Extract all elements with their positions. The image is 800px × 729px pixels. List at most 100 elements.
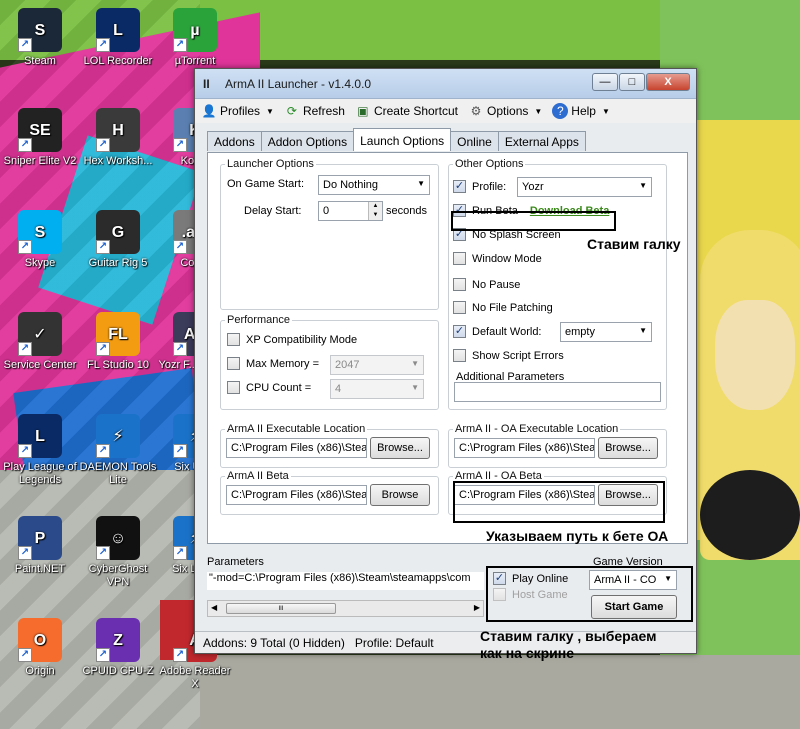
cpu-count-checkbox[interactable] <box>227 381 240 394</box>
no-pause-label: No Pause <box>472 278 521 291</box>
desktop-icon[interactable]: S ↗ Skype <box>0 210 80 270</box>
shortcut-arrow-icon: ↗ <box>173 138 187 152</box>
no-file-patching-checkbox[interactable] <box>453 301 466 314</box>
menu-profiles[interactable]: 👤 Profiles ▼ <box>201 103 274 119</box>
person-icon: 👤 <box>201 104 217 118</box>
window-mode-option[interactable]: Window Mode <box>453 252 542 265</box>
cpu-count-select[interactable]: 4 ▼ <box>330 379 424 399</box>
shortcut-arrow-icon: ↗ <box>18 444 32 458</box>
desktop-icon[interactable]: SE ↗ Sniper Elite V2 <box>0 108 80 168</box>
arma2-beta-input[interactable]: C:\Program Files (x86)\Steam <box>226 485 367 505</box>
desktop-icon[interactable]: ☺ ↗ CyberGhost VPN <box>78 516 158 589</box>
desktop-icon[interactable]: L ↗ Play League of Legends <box>0 414 80 487</box>
window-mode-checkbox[interactable] <box>453 252 466 265</box>
tab-external-apps[interactable]: External Apps <box>497 131 586 151</box>
shortcut-arrow-icon: ↗ <box>173 240 187 254</box>
xp-compat-checkbox[interactable] <box>227 333 240 346</box>
app-icon: G ↗ <box>96 210 140 254</box>
maximize-button[interactable]: □ <box>619 73 645 91</box>
on-game-start-select[interactable]: Do Nothing ▼ <box>318 175 430 195</box>
oa-exe-input[interactable]: C:\Program Files (x86)\Steam <box>454 438 595 458</box>
tab-addon-options[interactable]: Addon Options <box>260 131 355 151</box>
desktop-icon[interactable]: G ↗ Guitar Rig 5 <box>78 210 158 270</box>
desktop-icon[interactable]: FL ↗ FL Studio 10 <box>78 312 158 372</box>
performance-legend: Performance <box>227 314 290 326</box>
desktop-icon[interactable]: O ↗ Origin <box>0 618 80 678</box>
chevron-down-icon: ▼ <box>639 326 647 335</box>
desktop-icon-label: µTorrent <box>174 55 216 67</box>
desktop-icon-label: CyberGhost VPN <box>88 563 148 588</box>
additional-params-input[interactable] <box>454 382 661 402</box>
default-world-value: empty <box>565 326 595 338</box>
desktop-icon[interactable]: Z ↗ CPUID CPU-Z <box>78 618 158 678</box>
desktop-icon[interactable]: L ↗ LOL Recorder <box>78 8 158 68</box>
title-bar[interactable]: II ArmA II Launcher - v1.4.0.0 — □ X <box>195 69 696 99</box>
launcher-options-legend: Launcher Options <box>227 158 314 170</box>
scroll-right-icon[interactable]: ▶ <box>474 603 480 612</box>
tab-online[interactable]: Online <box>450 131 499 151</box>
desktop-icon[interactable]: ✓ ↗ Service Center <box>0 312 80 372</box>
max-memory-option[interactable]: Max Memory = <box>227 357 319 370</box>
desktop-icon-label: Service Center <box>3 359 77 371</box>
help-icon: ? <box>552 103 569 119</box>
tab-launch-options[interactable]: Launch Options <box>353 128 452 151</box>
spinner-icon[interactable]: ▲ ▼ <box>368 202 382 220</box>
app-icon: SE ↗ <box>18 108 62 152</box>
profile-value: Yozr <box>522 181 544 193</box>
shortcut-icon: ▣ <box>357 104 369 118</box>
tab-addons[interactable]: Addons <box>207 131 262 151</box>
xp-compat-option[interactable]: XP Compatibility Mode <box>227 333 357 346</box>
desktop-icon-label: FL Studio 10 <box>87 359 149 371</box>
default-world-select[interactable]: empty ▼ <box>560 322 652 342</box>
no-pause-checkbox[interactable] <box>453 278 466 291</box>
cpu-count-option[interactable]: CPU Count = <box>227 381 311 394</box>
annotation-select-version-1: Ставим галку , выбераем <box>480 628 657 644</box>
default-world-label: Default World: <box>472 325 542 338</box>
close-button[interactable]: X <box>646 73 690 91</box>
annotation-select-version-2: как на скрине <box>480 645 575 661</box>
no-file-patching-label: No File Patching <box>472 301 553 314</box>
delay-start-input[interactable]: 0 ▲ ▼ <box>318 201 383 221</box>
app-icon: ☺ ↗ <box>96 516 140 560</box>
shortcut-arrow-icon: ↗ <box>18 38 32 52</box>
desktop-icon[interactable]: P ↗ Paint.NET <box>0 516 80 576</box>
arma2-exe-browse-button[interactable]: Browse... <box>370 437 430 459</box>
on-game-start-value: Do Nothing <box>323 179 379 191</box>
no-pause-option[interactable]: No Pause <box>453 278 520 291</box>
show-script-errors-checkbox[interactable] <box>453 349 466 362</box>
parameters-field[interactable]: "-mod=C:\Program Files (x86)\Steam\steam… <box>207 572 484 590</box>
arma2-exe-input[interactable]: C:\Program Files (x86)\Steam <box>226 438 367 458</box>
arma2-beta-browse-button[interactable]: Browse <box>370 484 430 506</box>
menu-options[interactable]: ⚙ Options ▼ <box>468 103 543 119</box>
menu-refresh[interactable]: ⟳ Refresh <box>284 103 345 119</box>
desktop-icon[interactable]: H ↗ Hex Worksh... <box>78 108 158 168</box>
profile-option[interactable]: ✓ Profile: <box>453 180 506 193</box>
profile-checkbox[interactable]: ✓ <box>453 180 466 193</box>
desktop-icon[interactable]: ⚡ ↗ DAEMON Tools Lite <box>78 414 158 487</box>
profile-select[interactable]: Yozr ▼ <box>517 177 652 197</box>
shortcut-arrow-icon: ↗ <box>173 546 187 560</box>
menu-create-shortcut[interactable]: ▣ Create Shortcut <box>355 103 458 119</box>
oa-exe-browse-button[interactable]: Browse... <box>598 437 658 459</box>
scroll-thumb[interactable]: III <box>226 603 336 614</box>
show-script-errors-option[interactable]: Show Script Errors <box>453 349 564 362</box>
scroll-left-icon[interactable]: ◀ <box>211 603 217 612</box>
chevron-down-icon: ▼ <box>411 359 419 368</box>
desktop-icon[interactable]: µ ↗ µTorrent <box>155 8 235 68</box>
default-world-option[interactable]: ✓ Default World: <box>453 325 542 338</box>
desktop-icon-label: Hex Worksh... <box>83 155 153 167</box>
no-file-patching-option[interactable]: No File Patching <box>453 301 553 314</box>
app-icon: L ↗ <box>96 8 140 52</box>
desktop-icon-label: Paint.NET <box>14 563 66 575</box>
desktop-icon[interactable]: S ↗ Steam <box>0 8 80 68</box>
parameters-scrollbar[interactable]: ◀ III ▶ <box>207 600 484 617</box>
default-world-checkbox[interactable]: ✓ <box>453 325 466 338</box>
other-options-legend: Other Options <box>455 158 524 170</box>
annotation-oa-beta-path: Указываем путь к бете ОА <box>486 528 669 544</box>
menu-help[interactable]: ? Help ▼ <box>552 103 610 119</box>
minimize-button[interactable]: — <box>592 73 618 91</box>
max-memory-select[interactable]: 2047 ▼ <box>330 355 424 375</box>
max-memory-checkbox[interactable] <box>227 357 240 370</box>
desktop-icon-label: DAEMON Tools Lite <box>79 461 157 486</box>
max-memory-label: Max Memory = <box>246 357 320 370</box>
